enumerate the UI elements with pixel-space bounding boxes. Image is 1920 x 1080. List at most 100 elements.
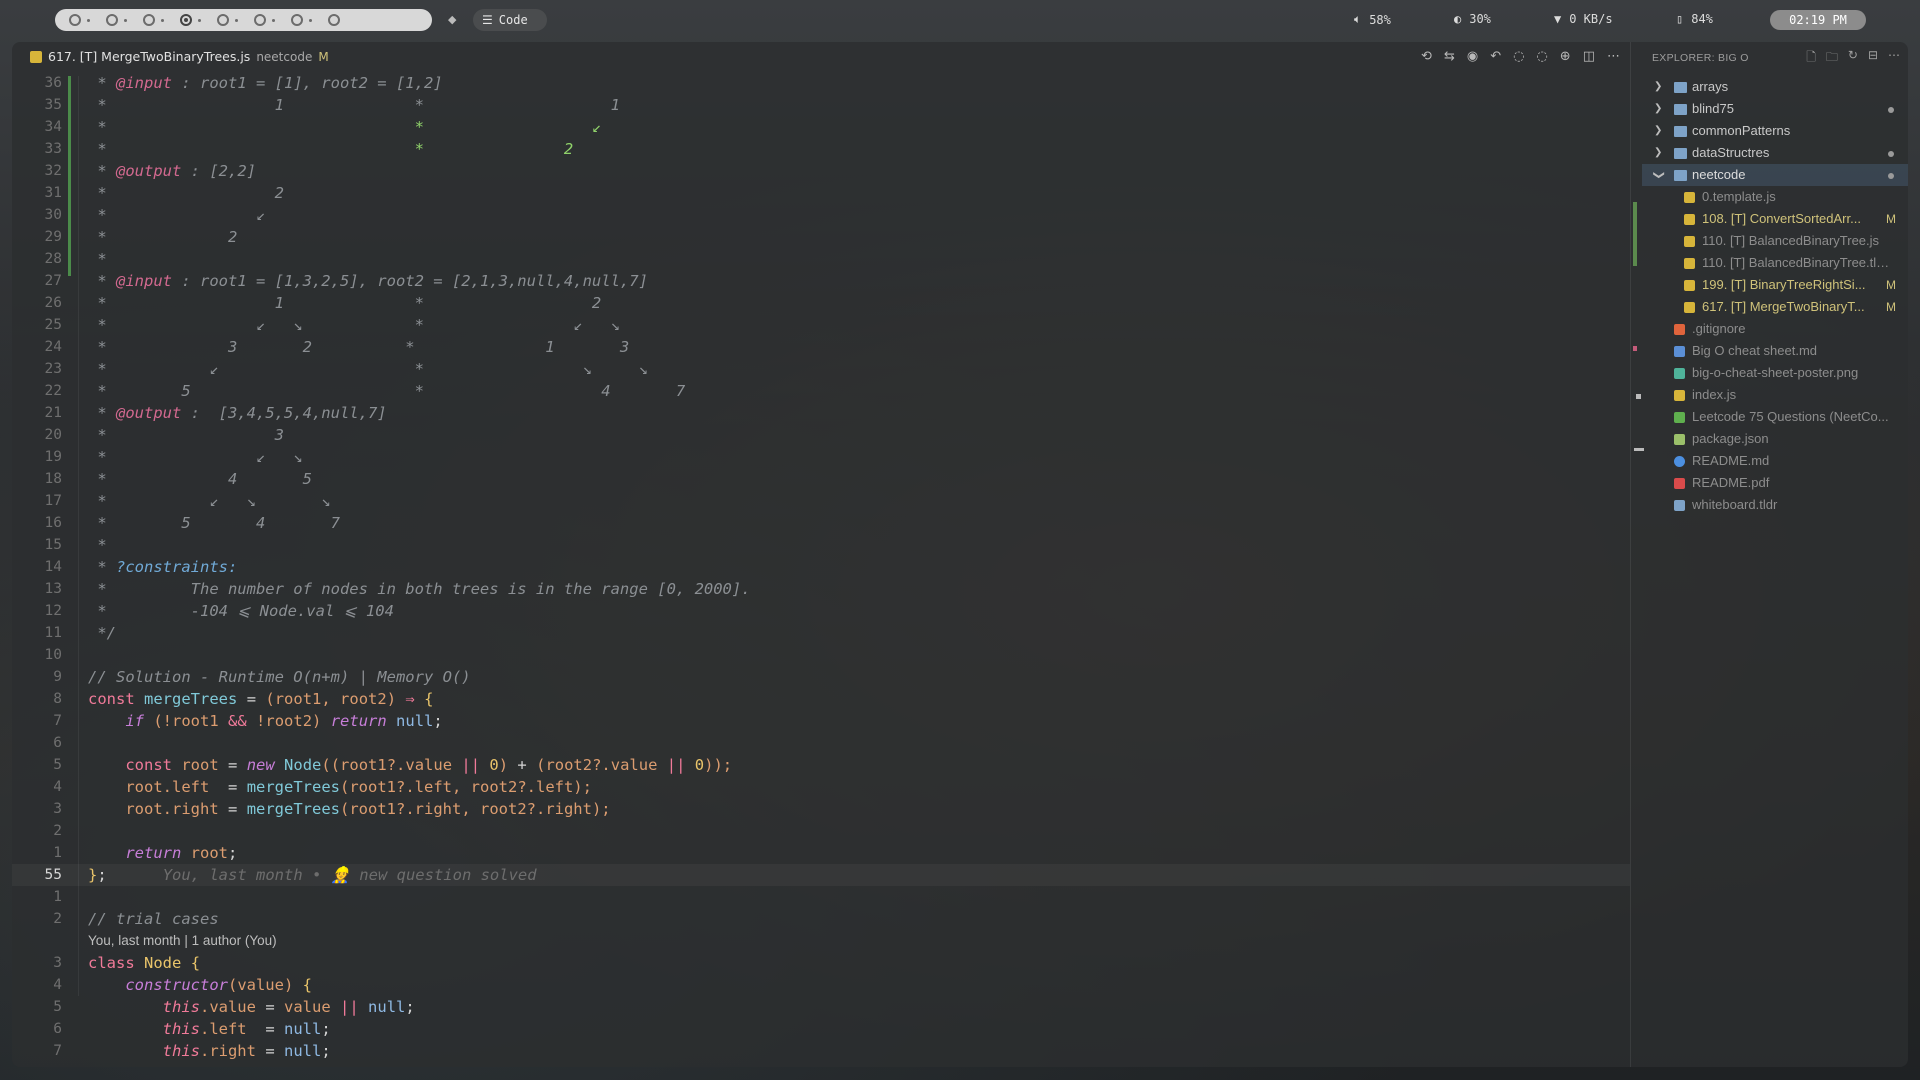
code-line[interactable]: 21 * @output : [3,4,5,5,4,null,7] bbox=[12, 402, 1630, 424]
git-lens-icon[interactable]: ◉ bbox=[1467, 49, 1478, 64]
explorer-file[interactable]: index.js bbox=[1642, 384, 1908, 406]
code-line[interactable]: 3 class Node { bbox=[12, 952, 1630, 974]
code-line[interactable]: You, last month | 1 author (You) bbox=[12, 930, 1630, 952]
explorer-file[interactable]: 108. [T] ConvertSortedArr... M bbox=[1642, 208, 1908, 230]
code-line[interactable]: 24 * 3 2 * 1 3 bbox=[12, 336, 1630, 358]
clock[interactable]: 02:19 PM bbox=[1770, 10, 1866, 30]
explorer-folder[interactable]: ❯ commonPatterns bbox=[1642, 120, 1908, 142]
more-actions-icon[interactable]: ⋯ bbox=[1607, 49, 1620, 64]
code-line[interactable]: 28 * bbox=[12, 248, 1630, 270]
code-line[interactable]: 18 * 4 5 bbox=[12, 468, 1630, 490]
go-back-icon[interactable]: ↶ bbox=[1490, 49, 1501, 64]
code-line[interactable]: 1 return root; bbox=[12, 842, 1630, 864]
code-line[interactable]: 12 * -104 ⩽ Node.val ⩽ 104 bbox=[12, 600, 1630, 622]
workspace-5[interactable] bbox=[217, 14, 229, 26]
explorer-file[interactable]: 110. [T] BalancedBinaryTree.js bbox=[1642, 230, 1908, 252]
compare-changes-icon[interactable]: ⇆ bbox=[1444, 49, 1455, 64]
code-line[interactable]: 9 // Solution - Runtime O(n+m) | Memory O… bbox=[12, 666, 1630, 688]
code-line[interactable]: 1 bbox=[12, 886, 1630, 908]
explorer-file[interactable]: Leetcode 75 Questions (NeetCo... bbox=[1642, 406, 1908, 428]
code-line[interactable]: 22 * 5 * 4 7 bbox=[12, 380, 1630, 402]
explorer-file[interactable]: 0.template.js bbox=[1642, 186, 1908, 208]
explorer-file[interactable]: .gitignore bbox=[1642, 318, 1908, 340]
new-file-icon[interactable]: 🗋︎ bbox=[1806, 48, 1816, 69]
explorer-file[interactable]: 617. [T] MergeTwoBinaryT... M bbox=[1642, 296, 1908, 318]
explorer-file[interactable]: README.md bbox=[1642, 450, 1908, 472]
code-line[interactable]: 8 const mergeTrees = (root1, root2) ⇒ { bbox=[12, 688, 1630, 710]
workspace-6[interactable] bbox=[254, 14, 266, 26]
explorer-folder[interactable]: ❮ neetcode bbox=[1642, 164, 1908, 186]
network-indicator[interactable]: ▼ 0 KB/s bbox=[1554, 12, 1613, 26]
code-line[interactable]: 17 * ↙ ↘ ↘ bbox=[12, 490, 1630, 512]
code-line[interactable]: 33 * * 2 bbox=[12, 138, 1630, 160]
code-editor[interactable]: 36 * @input : root1 = [1], root2 = [1,2]… bbox=[12, 72, 1630, 1062]
code-line[interactable]: 7 this.right = null; bbox=[12, 1040, 1630, 1062]
active-window-indicator[interactable]: ☰ Code bbox=[473, 9, 547, 31]
workspace-switcher[interactable] bbox=[55, 9, 432, 31]
workspace-2[interactable] bbox=[106, 14, 118, 26]
editor-tab[interactable]: 617. [T] MergeTwoBinaryTrees.js neetcode… bbox=[30, 49, 329, 64]
next-change-icon[interactable]: ◌ bbox=[1536, 49, 1547, 64]
code-line[interactable]: 36 * @input : root1 = [1], root2 = [1,2] bbox=[12, 72, 1630, 94]
code-line[interactable]: 23 * ↙ * ↘ ↘ bbox=[12, 358, 1630, 380]
explorer-folder[interactable]: ❯ arrays bbox=[1642, 76, 1908, 98]
code-line[interactable]: 20 * 3 bbox=[12, 424, 1630, 446]
new-folder-icon[interactable]: 🗀︎ bbox=[1826, 48, 1838, 69]
explorer-folder[interactable]: ❯ blind75 bbox=[1642, 98, 1908, 120]
code-line[interactable]: 11 */ bbox=[12, 622, 1630, 644]
workspace-1[interactable] bbox=[69, 14, 81, 26]
brightness-indicator[interactable]: ◐ 30% bbox=[1454, 12, 1491, 26]
code-line[interactable]: 13 * The number of nodes in both trees i… bbox=[12, 578, 1630, 600]
blame-icon[interactable]: ⊕ bbox=[1560, 49, 1571, 64]
volume-indicator[interactable]: 🔈︎ 58% bbox=[1354, 12, 1391, 27]
workspace-3[interactable] bbox=[143, 14, 155, 26]
chevron-right-icon[interactable]: ❯ bbox=[1654, 76, 1662, 98]
code-line[interactable]: 4 root.left = mergeTrees(root1?.left, ro… bbox=[12, 776, 1630, 798]
explorer-file[interactable]: README.pdf bbox=[1642, 472, 1908, 494]
code-line[interactable]: 35 * 1 * 1 bbox=[12, 94, 1630, 116]
battery-indicator[interactable]: ▯ 84% bbox=[1676, 12, 1713, 26]
previous-change-icon[interactable]: ◌ bbox=[1513, 49, 1524, 64]
code-line[interactable]: 5 const root = new Node((root1?.value ||… bbox=[12, 754, 1630, 776]
code-line[interactable]: 14 * ?constraints: bbox=[12, 556, 1630, 578]
workspace-4-active[interactable] bbox=[180, 14, 192, 26]
code-line[interactable]: 2 // trial cases bbox=[12, 908, 1630, 930]
explorer-file[interactable]: whiteboard.tldr bbox=[1642, 494, 1908, 516]
code-line[interactable]: 10 bbox=[12, 644, 1630, 666]
code-line[interactable]: 19 * ↙ ↘ bbox=[12, 446, 1630, 468]
more-icon[interactable]: ⋯ bbox=[1888, 48, 1900, 69]
chevron-right-icon[interactable]: ❯ bbox=[1654, 142, 1662, 164]
workspace-8[interactable] bbox=[328, 14, 340, 26]
code-line[interactable]: 15 * bbox=[12, 534, 1630, 556]
chevron-right-icon[interactable]: ❯ bbox=[1654, 120, 1662, 142]
explorer-file[interactable]: Big O cheat sheet.md bbox=[1642, 340, 1908, 362]
code-line[interactable]: 6 this.left = null; bbox=[12, 1018, 1630, 1040]
explorer-file[interactable]: 199. [T] BinaryTreeRightSi... M bbox=[1642, 274, 1908, 296]
explorer-folder[interactable]: ❯ dataStructres bbox=[1642, 142, 1908, 164]
split-editor-icon[interactable]: ◫ bbox=[1583, 49, 1595, 64]
workspace-7[interactable] bbox=[291, 14, 303, 26]
code-line[interactable]: 16 * 5 4 7 bbox=[12, 512, 1630, 534]
chevron-down-icon[interactable]: ❮ bbox=[1648, 170, 1670, 179]
code-line[interactable]: 30 * ↙ bbox=[12, 204, 1630, 226]
code-line[interactable]: 3 root.right = mergeTrees(root1?.right, … bbox=[12, 798, 1630, 820]
explorer-file[interactable]: 110. [T] BalancedBinaryTree.tld... bbox=[1642, 252, 1908, 274]
code-line[interactable]: 31 * 2 bbox=[12, 182, 1630, 204]
chevron-right-icon[interactable]: ❯ bbox=[1654, 98, 1662, 120]
code-line[interactable]: 29 * 2 bbox=[12, 226, 1630, 248]
code-line[interactable]: 32 * @output : [2,2] bbox=[12, 160, 1630, 182]
refresh-icon[interactable]: ↻ bbox=[1848, 48, 1858, 69]
explorer-file[interactable]: big-o-cheat-sheet-poster.png bbox=[1642, 362, 1908, 384]
code-line[interactable]: 34 * * ↙ bbox=[12, 116, 1630, 138]
code-line[interactable]: 4 constructor(value) { bbox=[12, 974, 1630, 996]
code-line[interactable]: 2 bbox=[12, 820, 1630, 842]
code-line[interactable]: 5 this.value = value || null; bbox=[12, 996, 1630, 1018]
code-line[interactable]: 6 bbox=[12, 732, 1630, 754]
code-line[interactable]: 26 * 1 * 2 bbox=[12, 292, 1630, 314]
explorer-file[interactable]: package.json bbox=[1642, 428, 1908, 450]
code-line[interactable]: 7 if (!root1 && !root2) return null; bbox=[12, 710, 1630, 732]
code-line[interactable]: 25 * ↙ ↘ * ↙ ↘ bbox=[12, 314, 1630, 336]
code-line[interactable]: 27 * @input : root1 = [1,3,2,5], root2 =… bbox=[12, 270, 1630, 292]
timeline-icon[interactable]: ⟲ bbox=[1421, 49, 1432, 64]
collapse-all-icon[interactable]: ⊟ bbox=[1868, 48, 1878, 69]
